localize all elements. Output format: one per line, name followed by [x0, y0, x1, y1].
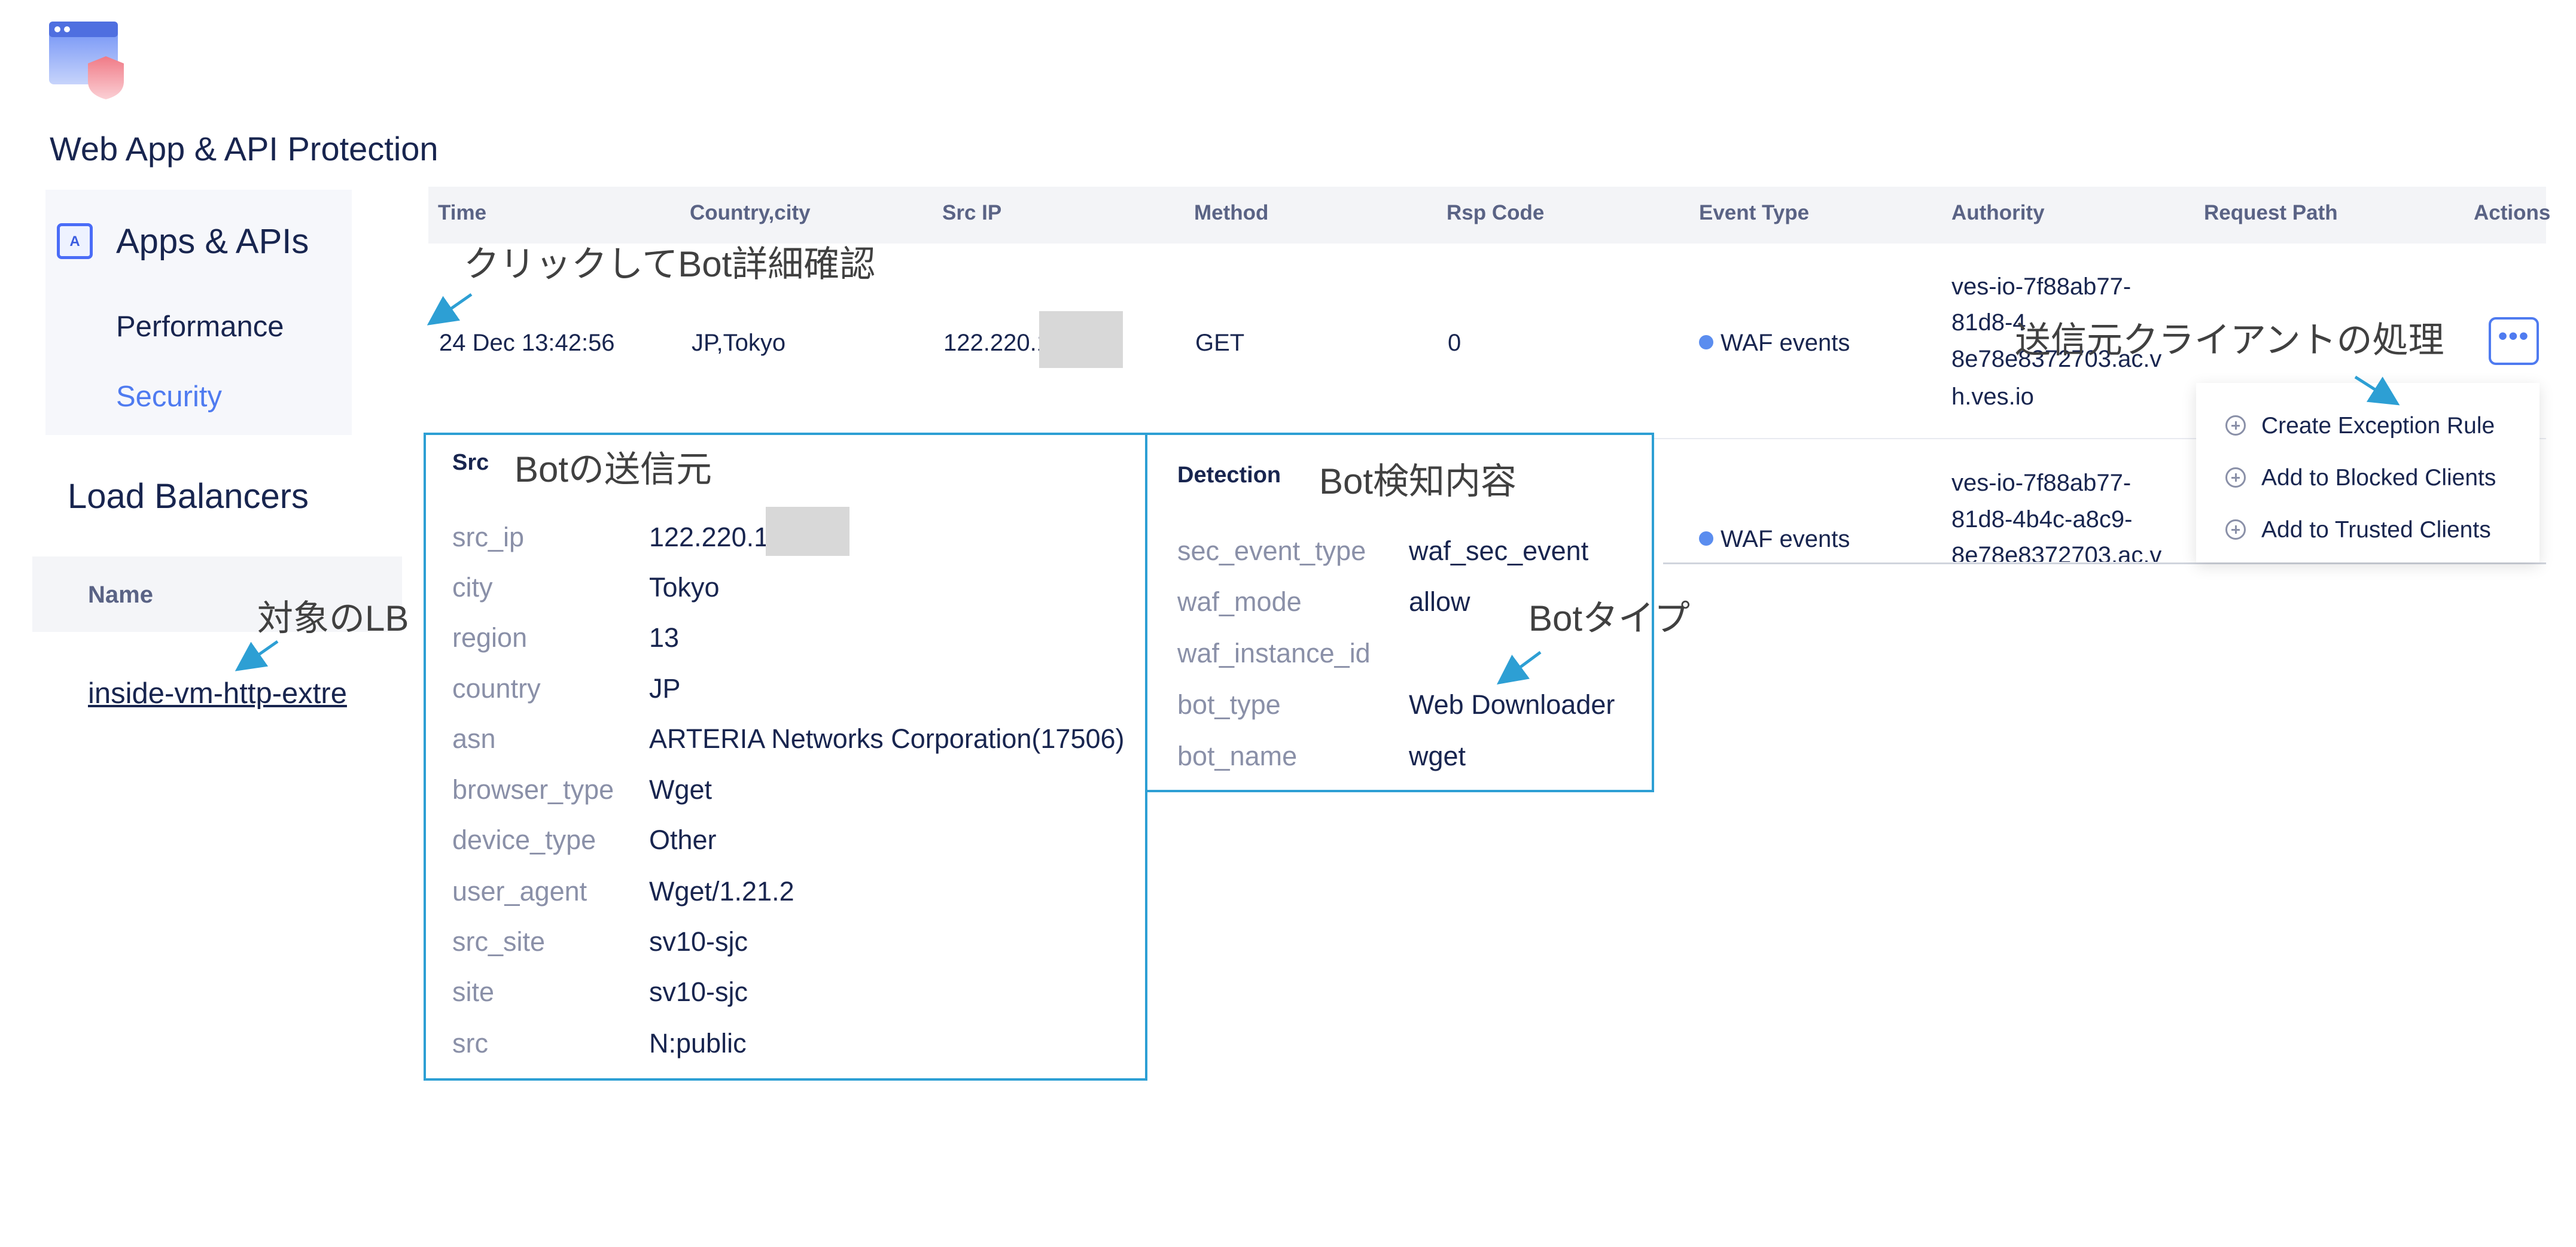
arrow-icon — [235, 640, 279, 671]
callout-arrows — [235, 293, 2400, 685]
arrow-icon — [427, 293, 473, 326]
arrow-icon — [1496, 650, 1542, 685]
arrow-icon — [2354, 375, 2400, 406]
